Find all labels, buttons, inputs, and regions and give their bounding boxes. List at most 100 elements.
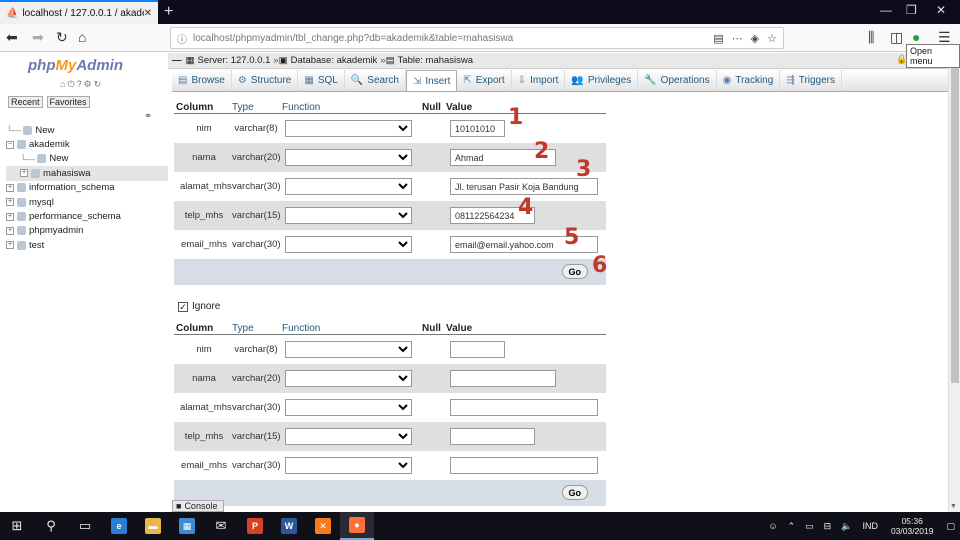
tab-close-icon[interactable]: ✕ bbox=[144, 8, 152, 19]
header-function[interactable]: Function bbox=[282, 102, 320, 113]
battery-icon[interactable]: ▭ bbox=[805, 521, 814, 532]
scroll-thumb[interactable] bbox=[951, 67, 959, 383]
notifications-icon[interactable]: ▢ bbox=[946, 521, 955, 532]
tree-item[interactable]: + information_schema bbox=[6, 181, 168, 195]
breadcrumb-server[interactable]: Server: 127.0.0.1 bbox=[197, 55, 270, 66]
tree-expand-icon[interactable]: + bbox=[6, 212, 14, 221]
edge-icon[interactable]: e bbox=[102, 512, 136, 540]
tree-expand-icon[interactable]: + bbox=[6, 241, 14, 250]
tree-item[interactable]: − akademik bbox=[6, 137, 168, 151]
clock[interactable]: 05:36 03/03/2019 bbox=[891, 516, 934, 536]
tray-chevron-icon[interactable]: ⌃ bbox=[788, 521, 796, 532]
function-select[interactable] bbox=[285, 236, 412, 253]
tree-item-label[interactable]: akademik bbox=[29, 139, 70, 150]
recent-tab[interactable]: Recent bbox=[8, 96, 43, 108]
extension-icon[interactable]: ● bbox=[912, 29, 920, 45]
value-input[interactable] bbox=[450, 428, 535, 445]
tab-browse[interactable]: ▤ Browse bbox=[172, 70, 232, 91]
header-type[interactable]: Type bbox=[232, 323, 254, 334]
tree-expand-icon[interactable]: + bbox=[20, 169, 28, 178]
tree-item-label[interactable]: New bbox=[35, 125, 54, 136]
library-icon[interactable]: ⫼ bbox=[868, 29, 874, 46]
collapse-icon[interactable]: — bbox=[172, 55, 182, 66]
favorites-tab[interactable]: Favorites bbox=[46, 96, 90, 108]
function-select[interactable] bbox=[285, 428, 412, 445]
tree-expand-icon[interactable]: + bbox=[6, 198, 14, 207]
value-input[interactable] bbox=[450, 341, 505, 358]
tab-search[interactable]: 🔍 Search bbox=[345, 70, 406, 91]
header-function[interactable]: Function bbox=[282, 323, 320, 334]
function-select[interactable] bbox=[285, 399, 412, 416]
scroll-down-icon[interactable]: ▼ bbox=[950, 503, 957, 510]
function-select[interactable] bbox=[285, 120, 412, 137]
tree-expand-icon[interactable]: − bbox=[6, 140, 14, 149]
tree-item-label[interactable]: phpmyadmin bbox=[29, 225, 83, 236]
docs-icon[interactable]: ? bbox=[77, 79, 84, 89]
people-icon[interactable]: ☺ bbox=[768, 521, 777, 531]
ignore-option[interactable]: ✓ Ignore bbox=[178, 301, 220, 312]
header-type[interactable]: Type bbox=[232, 102, 254, 113]
new-tab-button[interactable]: + bbox=[164, 3, 173, 21]
tab-structure[interactable]: ⚙ Structure bbox=[232, 70, 299, 91]
refresh-icon[interactable]: ↻ bbox=[94, 79, 104, 89]
tree-item[interactable]: └— New bbox=[6, 152, 168, 166]
console-tab[interactable]: ■ Console bbox=[172, 500, 224, 512]
go-button[interactable]: Go bbox=[561, 485, 588, 500]
sidebar-toggle-icon[interactable]: ◫ bbox=[890, 29, 903, 46]
reload-icon[interactable]: ↻ bbox=[56, 29, 68, 46]
tab-operations[interactable]: 🔧 Operations bbox=[638, 70, 717, 91]
file-explorer-icon[interactable]: ▬ bbox=[136, 512, 170, 540]
tab-import[interactable]: ⇩ Import bbox=[512, 70, 566, 91]
forward-icon[interactable]: ➡ bbox=[32, 29, 44, 46]
function-select[interactable] bbox=[285, 341, 412, 358]
reader-view-icon[interactable]: ▤ bbox=[713, 32, 723, 45]
function-select[interactable] bbox=[285, 207, 412, 224]
mail-icon[interactable]: ✉ bbox=[204, 512, 238, 540]
tree-item[interactable]: + phpmyadmin bbox=[6, 224, 168, 238]
url-text[interactable]: localhost/phpmyadmin/tbl_change.php?db=a… bbox=[193, 33, 705, 44]
search-icon[interactable]: ⚲ bbox=[34, 512, 68, 540]
tree-item-label[interactable]: mysql bbox=[29, 197, 54, 208]
language-indicator[interactable]: IND bbox=[862, 521, 878, 531]
tab-insert[interactable]: ⇲ Insert bbox=[405, 70, 458, 91]
tab-tracking[interactable]: ◉ Tracking bbox=[717, 70, 781, 91]
network-icon[interactable]: ⊟ bbox=[824, 521, 832, 532]
link-icon[interactable]: ⚭ bbox=[144, 111, 152, 122]
tree-item[interactable]: + mysql bbox=[6, 195, 168, 209]
tree-item[interactable]: + performance_schema bbox=[6, 209, 168, 223]
function-select[interactable] bbox=[285, 178, 412, 195]
tree-item[interactable]: └— New bbox=[6, 123, 168, 137]
powerpoint-icon[interactable]: P bbox=[238, 512, 272, 540]
tab-triggers[interactable]: ⇶ Triggers bbox=[780, 70, 843, 91]
tree-item-label[interactable]: information_schema bbox=[29, 182, 115, 193]
back-icon[interactable]: ⬅ bbox=[6, 29, 18, 46]
function-select[interactable] bbox=[285, 457, 412, 474]
restore-icon[interactable]: ❐ bbox=[906, 3, 917, 17]
tree-item-label[interactable]: mahasiswa bbox=[43, 168, 91, 179]
breadcrumb-database[interactable]: Database: akademik bbox=[291, 55, 378, 66]
tree-expand-icon[interactable]: + bbox=[6, 183, 14, 192]
go-button[interactable]: Go bbox=[561, 264, 588, 279]
page-scrollbar[interactable]: ▲ ▼ bbox=[948, 53, 960, 512]
settings-icon[interactable]: ⚙ bbox=[84, 79, 94, 89]
function-select[interactable] bbox=[285, 149, 412, 166]
tree-item[interactable]: + mahasiswa bbox=[6, 166, 168, 181]
value-input[interactable] bbox=[450, 399, 598, 416]
value-input[interactable] bbox=[450, 370, 556, 387]
bookmark-star-icon[interactable]: ☆ bbox=[767, 32, 777, 45]
tab-privileges[interactable]: 👥 Privileges bbox=[565, 70, 639, 91]
breadcrumb-table[interactable]: Table: mahasiswa bbox=[398, 55, 474, 66]
browser-tab[interactable]: ⛵ localhost / 127.0.0.1 / akademik ✕ bbox=[0, 0, 158, 24]
exit-icon[interactable]: ⏻ bbox=[67, 79, 76, 89]
tree-item-label[interactable]: New bbox=[49, 153, 68, 164]
word-icon[interactable]: W bbox=[272, 512, 306, 540]
xampp-icon[interactable]: ✕ bbox=[306, 512, 340, 540]
pocket-icon[interactable]: ◈ bbox=[751, 32, 759, 45]
store-icon[interactable]: ▦ bbox=[170, 512, 204, 540]
phpmyadmin-logo[interactable]: phpMyAdmin bbox=[28, 57, 123, 74]
function-select[interactable] bbox=[285, 370, 412, 387]
info-icon[interactable]: ⓘ bbox=[177, 31, 187, 46]
ignore-checkbox[interactable]: ✓ bbox=[178, 301, 188, 312]
start-icon[interactable]: ⊞ bbox=[0, 512, 34, 540]
page-actions-icon[interactable]: ⋯ bbox=[732, 32, 743, 45]
